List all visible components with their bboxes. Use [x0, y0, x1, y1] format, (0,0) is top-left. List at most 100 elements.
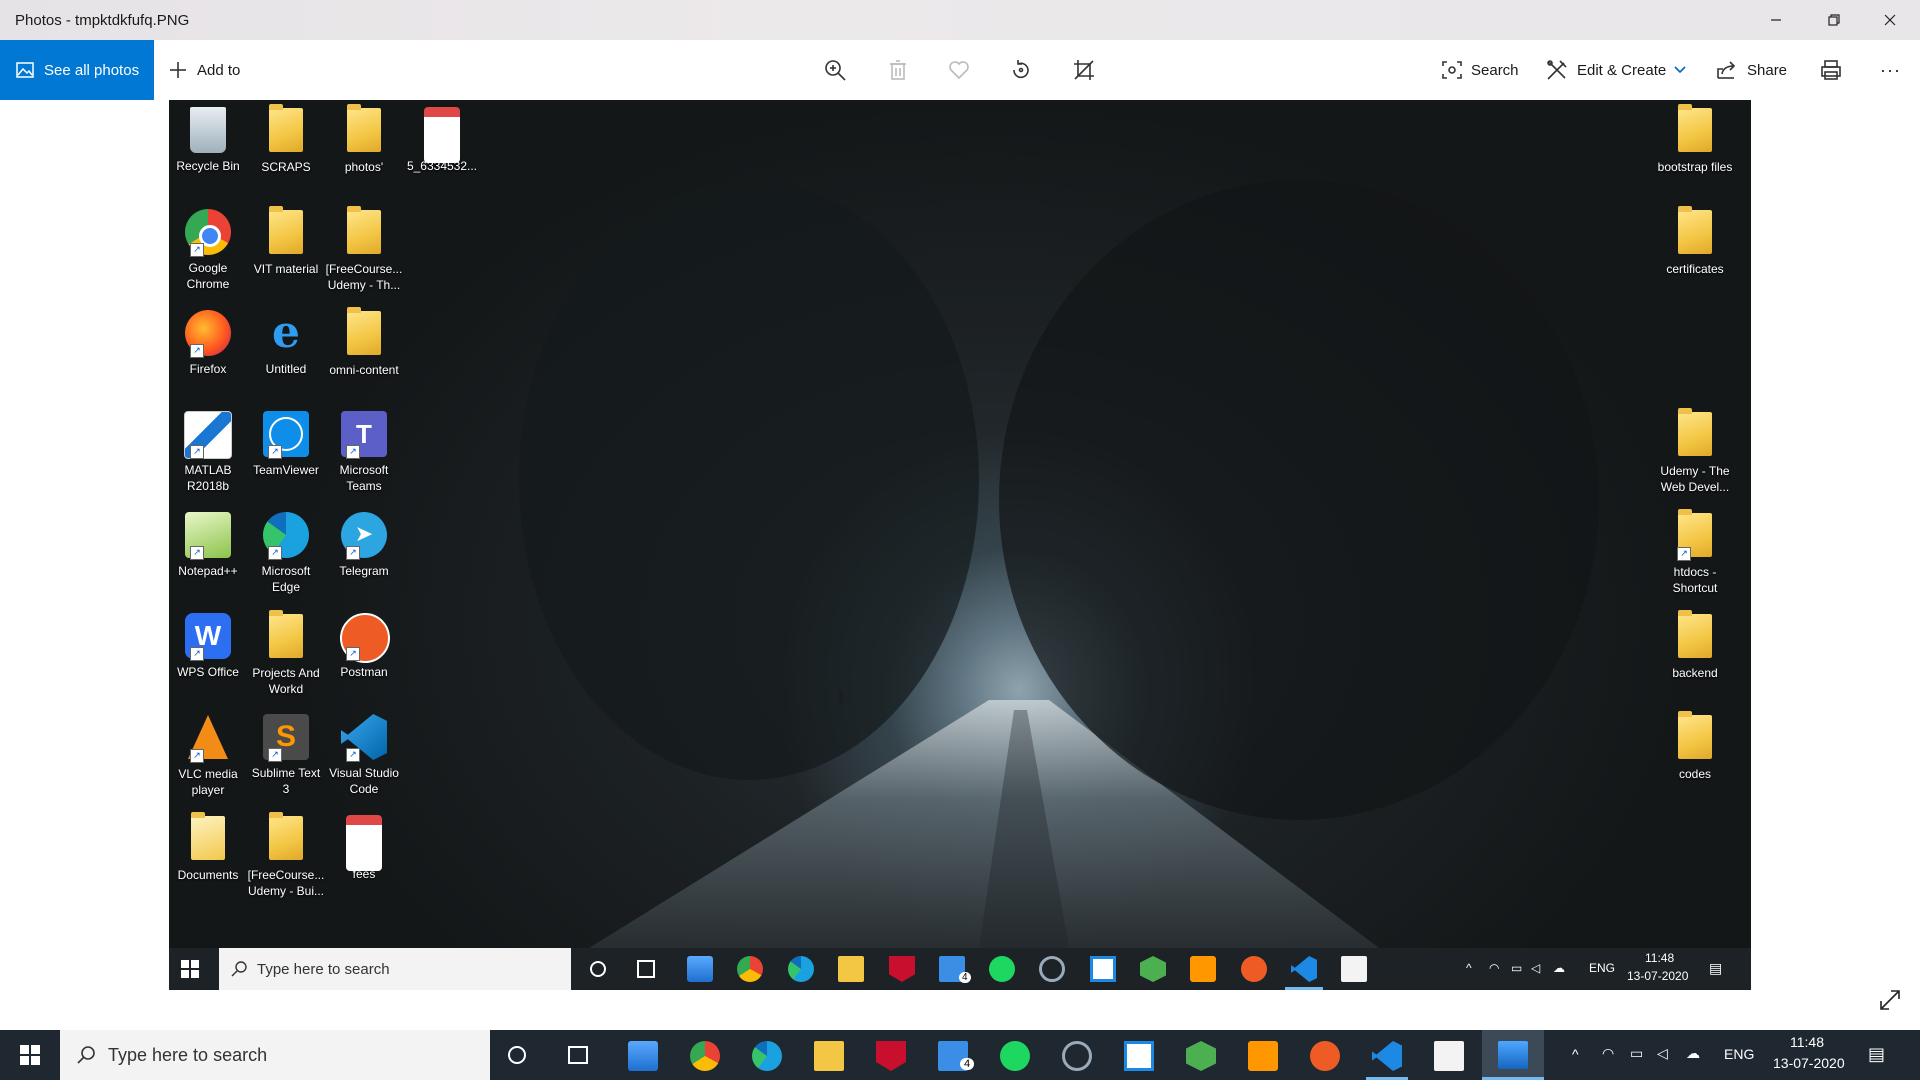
search-button[interactable]: Search [1442, 40, 1519, 100]
desktop-icon-codes[interactable]: codes [1656, 711, 1734, 782]
taskbar-language[interactable]: ENG [1724, 1046, 1754, 1062]
delete-button[interactable] [888, 40, 908, 100]
more-options-button[interactable]: ··· [1880, 40, 1901, 100]
rotate-button[interactable] [1010, 40, 1032, 100]
search-label: Search [1471, 61, 1519, 79]
close-button[interactable] [1862, 0, 1918, 40]
see-all-photos-button[interactable]: See all photos [0, 40, 154, 100]
desktop-icon-omni-content[interactable]: omni-content [325, 307, 403, 378]
restore-button[interactable] [1806, 0, 1862, 40]
expand-icon[interactable] [1878, 988, 1902, 1012]
zoom-button[interactable] [824, 40, 846, 100]
battery-icon[interactable]: ▭ [1630, 1045, 1643, 1062]
taskbar-clock-date[interactable]: 13-07-2020 [1773, 1055, 1845, 1071]
inner-taskbar: Type here to search 4 ^ ◠ ▭ ◁ ☁ ENG 11:4… [169, 948, 1751, 990]
notepad-icon [1341, 956, 1367, 982]
desktop-icon-google-chrome[interactable]: ↗ Google Chrome [169, 208, 247, 292]
desktop-icon-label: Google Chrome [186, 261, 230, 291]
file-explorer-icon [838, 956, 864, 982]
desktop-icon-freecourse-th[interactable]: [FreeCourse... Udemy - Th... [325, 206, 403, 293]
desktop-icon-vit-material[interactable]: VIT material [247, 206, 325, 277]
taskbar-clock-time[interactable]: 11:48 [1790, 1034, 1824, 1050]
taskbar-edge-icon[interactable] [752, 1041, 782, 1071]
restore-icon [1828, 14, 1840, 26]
desktop-icon-pdf-5[interactable]: 5_6334532... [403, 106, 481, 174]
desktop-icon-label: Documents [177, 868, 239, 882]
desktop-icon-label: Projects And Workd [252, 666, 320, 696]
desktop-icon-microsoft-teams[interactable]: T ↗ Microsoft Teams [325, 410, 403, 494]
taskbar-pc-icon[interactable] [628, 1041, 658, 1071]
shortcut-arrow-icon: ↗ [346, 748, 360, 762]
taskbar-sublime-text-icon[interactable] [1248, 1041, 1278, 1071]
folder-icon [269, 812, 303, 860]
share-button[interactable]: Share [1716, 40, 1787, 100]
desktop-icon-wps-office[interactable]: W ↗ WPS Office [169, 612, 247, 680]
desktop-icon-vlc[interactable]: ↗ VLC media player [169, 713, 247, 798]
desktop-icon-projects[interactable]: Projects And Workd [247, 610, 325, 697]
desktop-icon-label: Udemy - The Web Devel... [1660, 464, 1730, 494]
desktop-icon-freecourse-bui[interactable]: [FreeCourse... Udemy - Bui... [247, 812, 325, 899]
minimize-button[interactable] [1748, 0, 1804, 40]
desktop-icon-htdocs-shortcut[interactable]: ↗ htdocs - Shortcut [1656, 509, 1734, 596]
favorite-button[interactable] [948, 40, 970, 100]
desktop-icon-certificates[interactable]: certificates [1656, 206, 1734, 277]
crop-button[interactable] [1073, 40, 1095, 100]
desktop-icon-photos[interactable]: photos' [325, 104, 403, 175]
shortcut-arrow-icon: ↗ [190, 749, 204, 763]
desktop-icon-microsoft-edge[interactable]: ↗ Microsoft Edge [247, 511, 325, 595]
desktop-icon-label: Notepad++ [178, 564, 238, 578]
add-to-button[interactable]: Add to [168, 40, 240, 100]
desktop-icon-matlab[interactable]: ↗ MATLAB R2018b [169, 410, 247, 494]
tray-chevron-up-icon[interactable]: ^ [1572, 1046, 1579, 1062]
taskbar-jupyter-icon[interactable] [1124, 1041, 1154, 1071]
cortana-button[interactable] [508, 1046, 526, 1064]
taskbar-photos-active[interactable] [1482, 1030, 1544, 1080]
desktop-icon-untitled[interactable]: e Untitled [247, 309, 325, 377]
shortcut-arrow-icon: ↗ [1677, 547, 1691, 561]
desktop-icon-teamviewer[interactable]: ↗ TeamViewer [247, 410, 325, 478]
taskbar-file-explorer-icon[interactable] [814, 1041, 844, 1071]
taskbar-node-icon[interactable] [1186, 1041, 1216, 1071]
desktop-icon-notepadpp[interactable]: ↗ Notepad++ [169, 511, 247, 579]
wifi-icon[interactable]: ◠ [1602, 1045, 1614, 1062]
volume-icon[interactable]: ◁ [1657, 1045, 1668, 1062]
desktop-icon-postman[interactable]: ↗ Postman [325, 612, 403, 680]
action-center-icon[interactable]: ▤ [1868, 1044, 1885, 1065]
windows-start-button[interactable] [20, 1045, 40, 1065]
desktop-icon-firefox[interactable]: ↗ Firefox [169, 309, 247, 377]
taskbar-search-placeholder: Type here to search [108, 1044, 268, 1065]
taskbar-notepad-icon[interactable] [1434, 1041, 1464, 1071]
desktop-icon-label: backend [1672, 666, 1718, 680]
desktop-icon-backend[interactable]: backend [1656, 610, 1734, 681]
share-icon [1717, 61, 1736, 79]
onedrive-icon[interactable]: ☁ [1686, 1045, 1700, 1062]
taskbar-vscode-icon[interactable] [1372, 1041, 1402, 1071]
rotate-icon [1013, 60, 1029, 79]
desktop-icon-telegram[interactable]: ➤ ↗ Telegram [325, 511, 403, 579]
folder-icon [347, 307, 381, 355]
tray-chevron-up-icon: ^ [1466, 961, 1472, 975]
taskbar-r-icon[interactable] [1062, 1041, 1092, 1071]
folder-icon [269, 104, 303, 152]
desktop-icon-bootstrap-files[interactable]: bootstrap files [1656, 104, 1734, 175]
edit-create-button[interactable]: Edit & Create [1546, 40, 1686, 100]
desktop-icon-udemy-web-devel[interactable]: Udemy - The Web Devel... [1656, 408, 1734, 495]
desktop-icon-fees[interactable]: fees [325, 814, 403, 882]
taskbar-postman-icon[interactable] [1310, 1041, 1340, 1071]
print-button[interactable] [1820, 40, 1842, 100]
photos-toolbar: See all photos Add to Search Edit & Crea… [0, 40, 1920, 100]
taskbar-search-box[interactable]: Type here to search [60, 1030, 490, 1080]
taskbar-mcafee-icon[interactable] [876, 1041, 906, 1071]
inner-search-placeholder: Type here to search [257, 960, 390, 978]
desktop-icon-label: Firefox [189, 362, 227, 376]
desktop-icon-vscode[interactable]: ↗ Visual Studio Code [325, 713, 403, 797]
task-view-button[interactable] [568, 1046, 588, 1064]
taskbar-spotify-icon[interactable] [1000, 1041, 1030, 1071]
close-icon [1884, 14, 1896, 26]
desktop-icon-scraps[interactable]: SCRAPS [247, 104, 325, 175]
desktop-icon-sublime-text[interactable]: S ↗ Sublime Text 3 [247, 713, 325, 797]
taskbar-chrome-icon[interactable] [690, 1041, 720, 1071]
desktop-icon-recycle-bin[interactable]: Recycle Bin [169, 106, 247, 174]
desktop-icon-label: MATLAB R2018b [184, 463, 232, 493]
desktop-icon-documents[interactable]: Documents [169, 812, 247, 883]
